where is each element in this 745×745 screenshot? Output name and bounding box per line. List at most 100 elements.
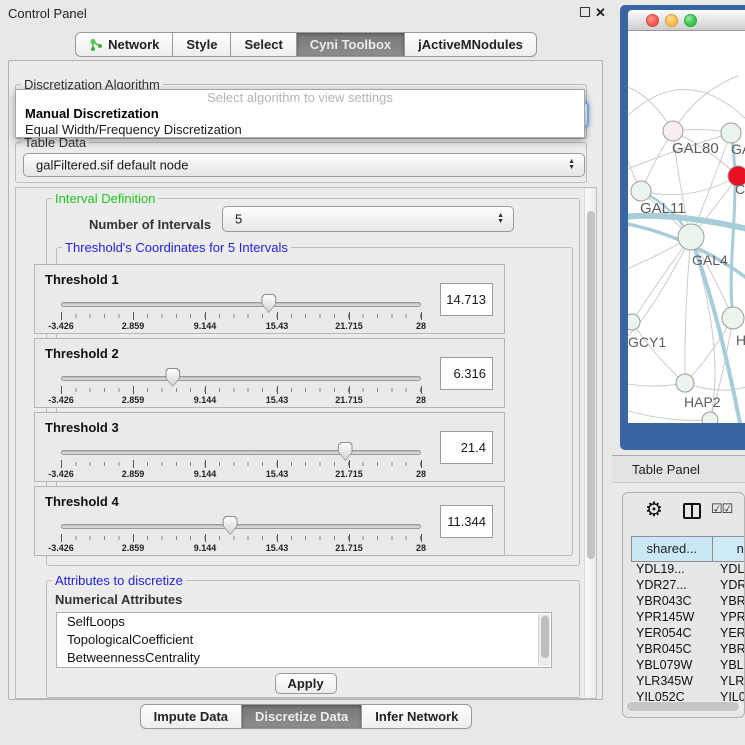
tab-impute-data[interactable]: Impute Data <box>140 704 242 729</box>
tab-select[interactable]: Select <box>231 32 296 57</box>
threshold-value-field[interactable]: 6.316 <box>440 357 493 390</box>
slider-ticks <box>61 386 421 394</box>
table-row[interactable]: YER054CYER0 <box>631 626 745 642</box>
tab-infer-network[interactable]: Infer Network <box>362 704 472 729</box>
scrollbar-thumb[interactable] <box>541 616 549 658</box>
gear-icon[interactable]: ⚙ <box>645 497 663 522</box>
list-item[interactable]: TopologicalCoefficient <box>57 631 551 649</box>
slider-thumb-icon[interactable] <box>165 368 180 387</box>
slider-tick-labels: -3.4262.8599.14415.4321.71528 <box>61 321 421 331</box>
cyni-toolbox-panel: Discretization Algorithm Select algorith… <box>8 60 603 700</box>
table-cell-shared-name: YBL079W <box>631 658 712 674</box>
numerical-attributes-list[interactable]: SelfLoopsTopologicalCoefficientBetweenne… <box>56 612 552 668</box>
network-node-label: H <box>736 332 745 348</box>
slider-track[interactable] <box>61 302 421 307</box>
table-cell-shared-name: YDL19... <box>631 562 712 578</box>
minimize-traffic-light-icon[interactable] <box>665 14 678 27</box>
tick-label: 21.715 <box>335 469 363 479</box>
major-tick <box>133 460 134 468</box>
threshold-slider[interactable]: -3.4262.8599.14415.4321.71528 <box>61 299 421 331</box>
attributes-list-scrollbar[interactable] <box>538 614 550 666</box>
tick-label: 9.144 <box>194 321 217 331</box>
table-cell-shared-name: YBR045C <box>631 642 712 658</box>
tab-label: Discretize Data <box>255 709 348 724</box>
network-node[interactable] <box>702 412 718 423</box>
network-node-label: GAL4 <box>692 252 728 268</box>
threshold-label: Threshold 1 <box>45 272 119 287</box>
threshold-value-field[interactable]: 11.344 <box>440 505 493 538</box>
slider-thumb-icon[interactable] <box>338 442 353 461</box>
column-header-shared-name[interactable]: shared... <box>632 537 713 561</box>
slider-track[interactable] <box>61 524 421 529</box>
window-title: Control Panel <box>8 6 87 21</box>
threshold-slider[interactable]: -3.4262.8599.14415.4321.71528 <box>61 521 421 553</box>
table-row[interactable]: YBL079WYBL0 <box>631 658 745 674</box>
tab-discretize-data[interactable]: Discretize Data <box>242 704 362 729</box>
network-canvas[interactable]: GAL80 GA C GAL11 GAL4 GCY1 H HAP2 <box>628 31 745 423</box>
tick-label: 9.144 <box>194 395 217 405</box>
slider-thumb-icon[interactable] <box>223 516 238 535</box>
close-traffic-light-icon[interactable] <box>646 14 659 27</box>
tab-label: Select <box>244 37 282 52</box>
table-cell-shared-name: YER054C <box>631 626 712 642</box>
tab-jactivemnodules[interactable]: jActiveMNodules <box>405 32 537 57</box>
threshold-value-field[interactable]: 21.4 <box>440 431 493 464</box>
threshold-value-field[interactable]: 14.713 <box>440 283 493 316</box>
network-node[interactable] <box>676 374 694 392</box>
dropdown-option-manual[interactable]: Manual Discretization <box>16 106 584 122</box>
apply-button[interactable]: Apply <box>275 673 337 694</box>
tab-cyni-toolbox[interactable]: Cyni Toolbox <box>297 32 405 57</box>
settings-scrollbar[interactable] <box>584 189 595 697</box>
tick-label: -3.426 <box>48 543 74 553</box>
settings-scroll-area: Interval Definition Number of Intervals … <box>15 187 597 699</box>
list-item[interactable]: BetweennessCentrality <box>57 649 551 667</box>
network-node[interactable] <box>631 181 651 201</box>
column-header-name[interactable]: na <box>713 537 745 561</box>
network-node[interactable] <box>721 123 741 143</box>
slider-track[interactable] <box>61 450 421 455</box>
network-node-label: GAL11 <box>640 200 686 217</box>
table-data-combobox[interactable]: galFiltered.sif default node ▲▼ <box>23 153 585 177</box>
tab-network[interactable]: Network <box>75 32 173 57</box>
column-visibility-icon[interactable]: ☑☑ <box>711 501 732 517</box>
dropdown-hint-item: Select algorithm to view settings <box>16 90 584 106</box>
tick-label: 15.43 <box>266 321 289 331</box>
table-cell-name: YLR3 <box>712 674 745 690</box>
table-row[interactable]: YDL19...YDL1 <box>631 562 745 578</box>
table-row[interactable]: YDR27...YDR2 <box>631 578 745 594</box>
network-graph[interactable]: GAL80 GA C GAL11 GAL4 GCY1 H HAP2 <box>628 31 745 423</box>
major-tick <box>277 386 278 394</box>
table-row[interactable]: YBR043CYBR0 <box>631 594 745 610</box>
table-row[interactable]: YBR045CYBR0 <box>631 642 745 658</box>
tick-label: 2.859 <box>122 321 145 331</box>
tick-label: 2.859 <box>122 469 145 479</box>
network-node[interactable] <box>678 224 704 250</box>
threshold-label: Threshold 2 <box>45 346 119 361</box>
tab-style[interactable]: Style <box>173 32 231 57</box>
threshold-row: Threshold 4-3.4262.8599.14415.4321.71528… <box>34 486 505 556</box>
close-icon[interactable]: ✕ <box>595 5 606 21</box>
network-node[interactable] <box>722 307 744 329</box>
threshold-slider[interactable]: -3.4262.8599.14415.4321.71528 <box>61 373 421 405</box>
slider-track[interactable] <box>61 376 421 381</box>
float-window-icon[interactable] <box>580 7 590 17</box>
scrollbar-thumb[interactable] <box>587 211 595 559</box>
network-node[interactable] <box>663 121 683 141</box>
table-horizontal-scrollbar[interactable] <box>625 701 744 712</box>
threshold-row: Threshold 3-3.4262.8599.14415.4321.71528… <box>34 412 505 482</box>
scrollbar-thumb[interactable] <box>627 702 739 711</box>
major-tick <box>421 312 422 320</box>
network-node[interactable] <box>628 314 640 330</box>
tick-label: 15.43 <box>266 469 289 479</box>
number-of-intervals-combobox[interactable]: 5 ▲▼ <box>222 206 514 232</box>
stepper-arrows-icon: ▲▼ <box>568 159 575 171</box>
list-item[interactable]: SelfLoops <box>57 613 551 631</box>
threshold-slider[interactable]: -3.4262.8599.14415.4321.71528 <box>61 447 421 479</box>
zoom-traffic-light-icon[interactable] <box>684 14 697 27</box>
split-columns-icon[interactable] <box>683 503 701 519</box>
table-row[interactable]: YPR145WYPR1 <box>631 610 745 626</box>
table-row[interactable]: YLR345WYLR3 <box>631 674 745 690</box>
slider-thumb-icon[interactable] <box>261 294 276 313</box>
table-cell-shared-name: YLR345W <box>631 674 712 690</box>
dropdown-option-equal-width[interactable]: Equal Width/Frequency Discretization <box>16 122 584 138</box>
